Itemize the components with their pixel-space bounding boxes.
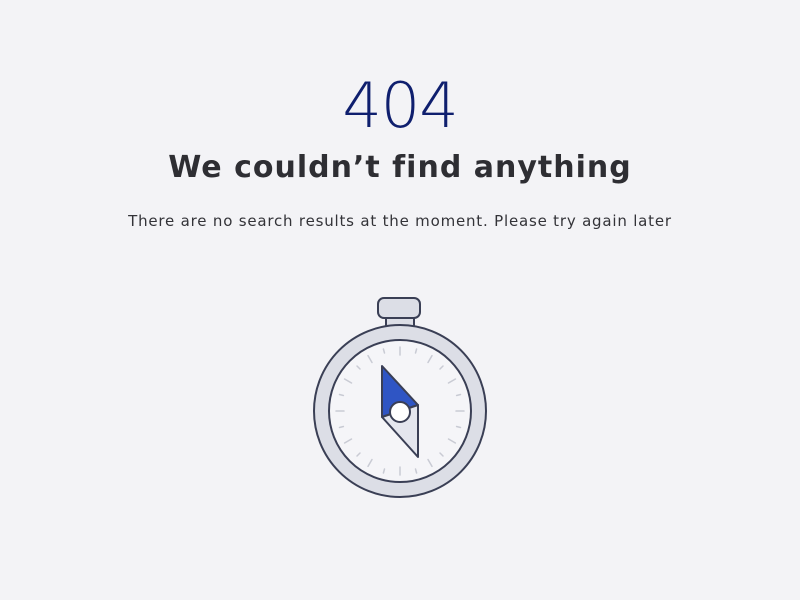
error-code: 404 xyxy=(342,69,458,142)
page-title: We couldn’t find anything xyxy=(168,150,632,185)
error-message: There are no search results at the momen… xyxy=(128,212,672,230)
stopwatch-compass-icon xyxy=(310,294,490,502)
not-found-page: 404 We couldn’t find anything There are … xyxy=(0,0,800,600)
